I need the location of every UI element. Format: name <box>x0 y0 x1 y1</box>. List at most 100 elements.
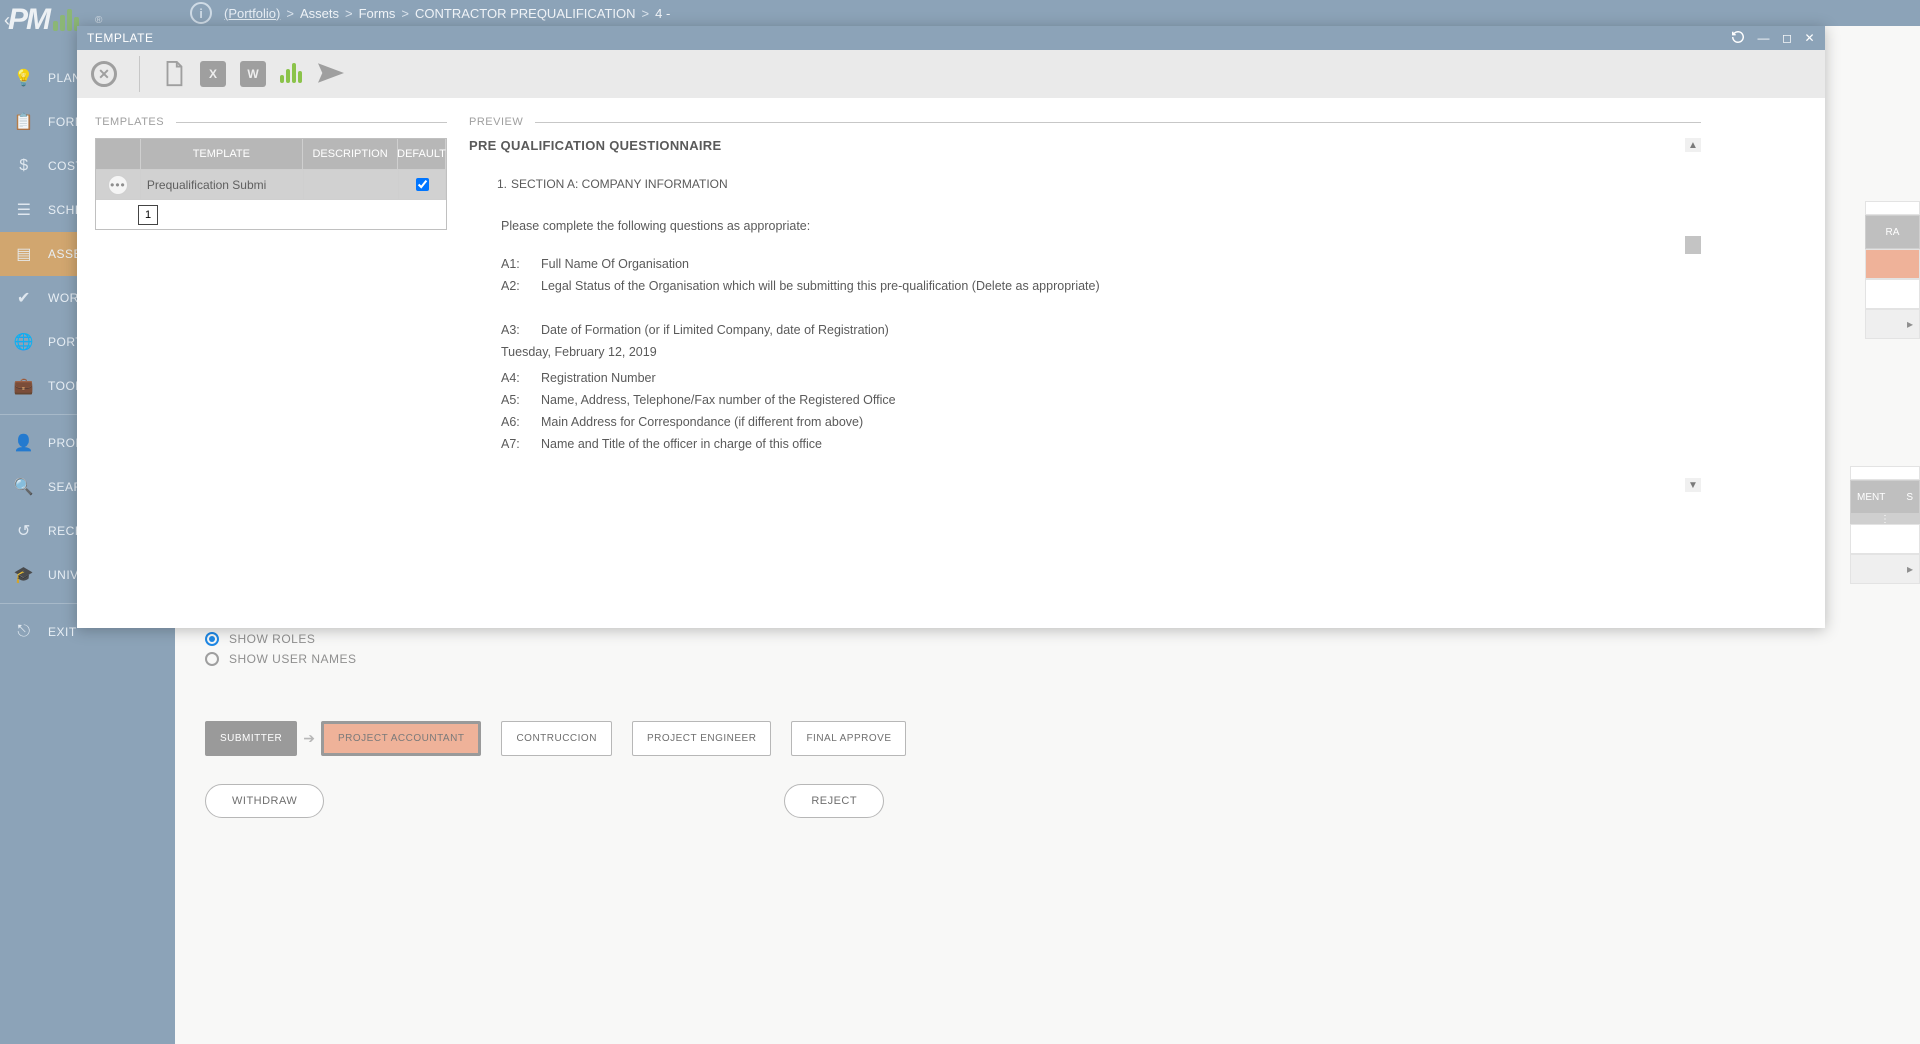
question-key: A3: <box>501 323 541 337</box>
question-row: A1: Full Name Of Organisation <box>501 257 1701 271</box>
app-header: ‹ PM ® i (Portfolio) > Assets > Forms > … <box>0 0 1920 26</box>
header-line <box>535 122 1701 123</box>
question-key: A5: <box>501 393 541 407</box>
nav-label: EXIT <box>48 625 77 639</box>
breadcrumb-forms[interactable]: Forms <box>359 6 396 21</box>
step-label: PROJECT ENGINEER <box>647 733 757 744</box>
question-key: A6: <box>501 415 541 429</box>
radio-unchecked-icon <box>205 652 219 666</box>
breadcrumb-separator: > <box>401 6 409 21</box>
bg-table-1: RA ▸ <box>1865 201 1920 339</box>
send-icon[interactable] <box>318 63 344 86</box>
breadcrumb-separator: > <box>345 6 353 21</box>
question-text: Name, Address, Telephone/Fax number of t… <box>541 393 1701 407</box>
table-header: RA <box>1865 215 1920 249</box>
refresh-icon[interactable] <box>1731 30 1745 47</box>
section-heading: 1. SECTION A: COMPANY INFORMATION <box>491 177 1701 191</box>
toolbar-divider <box>139 56 140 92</box>
word-icon[interactable]: W <box>240 61 266 87</box>
preview-header-label: PREVIEW <box>469 116 523 128</box>
row-actions: ••• <box>96 170 141 199</box>
th-template[interactable]: TEMPLATE <box>141 139 304 169</box>
minimize-icon[interactable]: — <box>1757 31 1770 45</box>
radio-label: SHOW USER NAMES <box>229 652 357 666</box>
modal-titlebar: TEMPLATE — ◻ ✕ <box>77 26 1825 50</box>
templates-header-label: TEMPLATES <box>95 116 164 128</box>
withdraw-button[interactable]: WITHDRAW <box>205 784 324 818</box>
person-icon: 👤 <box>14 433 34 453</box>
table-row <box>1850 466 1920 480</box>
page-number-input[interactable] <box>138 205 158 225</box>
question-text: Legal Status of the Organisation which w… <box>541 279 1701 293</box>
table-row <box>1865 249 1920 279</box>
table-row <box>1865 279 1920 309</box>
table-row <box>1850 524 1920 554</box>
history-icon: ↺ <box>14 521 34 541</box>
row-menu-button[interactable]: ••• <box>108 175 128 195</box>
table-header-label: S <box>1906 492 1913 503</box>
th-default[interactable]: DEFAULT <box>398 139 446 169</box>
info-icon[interactable]: i <box>190 2 212 24</box>
lightbulb-icon: 💡 <box>14 68 34 88</box>
table-scroll-right[interactable]: ▸ <box>1850 554 1920 584</box>
workflow-step-engineer[interactable]: PROJECT ENGINEER <box>632 721 772 756</box>
show-roles-option[interactable]: SHOW ROLES <box>205 632 906 646</box>
cancel-button[interactable]: ✕ <box>91 61 117 87</box>
table-scroll-right[interactable]: ▸ <box>1865 309 1920 339</box>
reject-button[interactable]: REJECT <box>784 784 884 818</box>
table-header-menu[interactable]: ⋮ <box>1850 514 1920 524</box>
search-icon: 🔍 <box>14 477 34 497</box>
table-row[interactable]: ••• Prequalification Submi <box>96 169 446 199</box>
breadcrumb-record: 4 - <box>655 6 670 21</box>
preview-header: PREVIEW <box>469 116 1701 128</box>
preview-scroll-down[interactable]: ▼ <box>1685 478 1701 492</box>
breadcrumb-assets[interactable]: Assets <box>300 6 339 21</box>
question-key: A2: <box>501 279 541 293</box>
brand-export-icon[interactable] <box>280 63 304 86</box>
row-default <box>399 170 446 199</box>
preview-scroll-thumb[interactable] <box>1685 236 1701 254</box>
header-line <box>176 122 447 123</box>
default-checkbox[interactable] <box>416 178 429 191</box>
preview-intro: Please complete the following questions … <box>501 219 1701 233</box>
question-key: A7: <box>501 437 541 451</box>
step-label: FINAL APPROVE <box>806 733 891 744</box>
close-icon[interactable]: ✕ <box>1804 31 1815 45</box>
breadcrumb-portfolio[interactable]: (Portfolio) <box>224 6 280 21</box>
preview-panel: PREVIEW ▲ ▼ PRE QUALIFICATION QUESTIONNA… <box>469 116 1807 610</box>
question-row: A4: Registration Number <box>501 371 1701 385</box>
templates-pager <box>96 199 446 229</box>
table-header-label: RA <box>1886 227 1900 238</box>
maximize-icon[interactable]: ◻ <box>1782 31 1792 45</box>
workflow-step-accountant[interactable]: PROJECT ACCOUNTANT <box>321 721 481 756</box>
section-number: 1. <box>491 177 507 191</box>
radio-label: SHOW ROLES <box>229 632 315 646</box>
template-modal: TEMPLATE — ◻ ✕ ✕ X W <box>77 26 1825 628</box>
question-row: A3: Date of Formation (or if Limited Com… <box>501 323 1701 337</box>
question-value: Tuesday, February 12, 2019 <box>501 345 1701 359</box>
exit-icon: ⎋ <box>14 623 34 641</box>
question-row: A7: Name and Title of the officer in cha… <box>501 437 1701 451</box>
briefcase-icon: 💼 <box>14 376 34 396</box>
excel-icon[interactable]: X <box>200 61 226 87</box>
preview-scroll-up[interactable]: ▲ <box>1685 138 1701 152</box>
bars-icon: ☰ <box>14 200 34 220</box>
table-row <box>1865 201 1920 215</box>
step-label: CONTRUCCION <box>516 733 597 744</box>
th-description[interactable]: DESCRIPTION <box>303 139 398 169</box>
templates-table: TEMPLATE DESCRIPTION DEFAULT ••• Prequal… <box>95 138 447 230</box>
templates-panel: TEMPLATES TEMPLATE DESCRIPTION DEFAULT •… <box>95 116 447 610</box>
pdf-icon[interactable] <box>162 61 186 87</box>
workflow-step-submitter[interactable]: SUBMITTER <box>205 721 297 756</box>
question-text: Registration Number <box>541 371 1701 385</box>
th-actions <box>96 139 141 169</box>
logo-text: PM <box>8 3 49 37</box>
question-row: A6: Main Address for Correspondance (if … <box>501 415 1701 429</box>
workflow-step-construction[interactable]: CONTRUCCION <box>501 721 612 756</box>
breadcrumb-formtype[interactable]: CONTRACTOR PREQUALIFICATION <box>415 6 636 21</box>
step-label: PROJECT ACCOUNTANT <box>338 733 464 744</box>
workflow-step-approve[interactable]: FINAL APPROVE <box>791 721 906 756</box>
breadcrumb-separator: > <box>642 6 650 21</box>
row-template-name: Prequalification Submi <box>141 170 304 199</box>
show-users-option[interactable]: SHOW USER NAMES <box>205 652 906 666</box>
